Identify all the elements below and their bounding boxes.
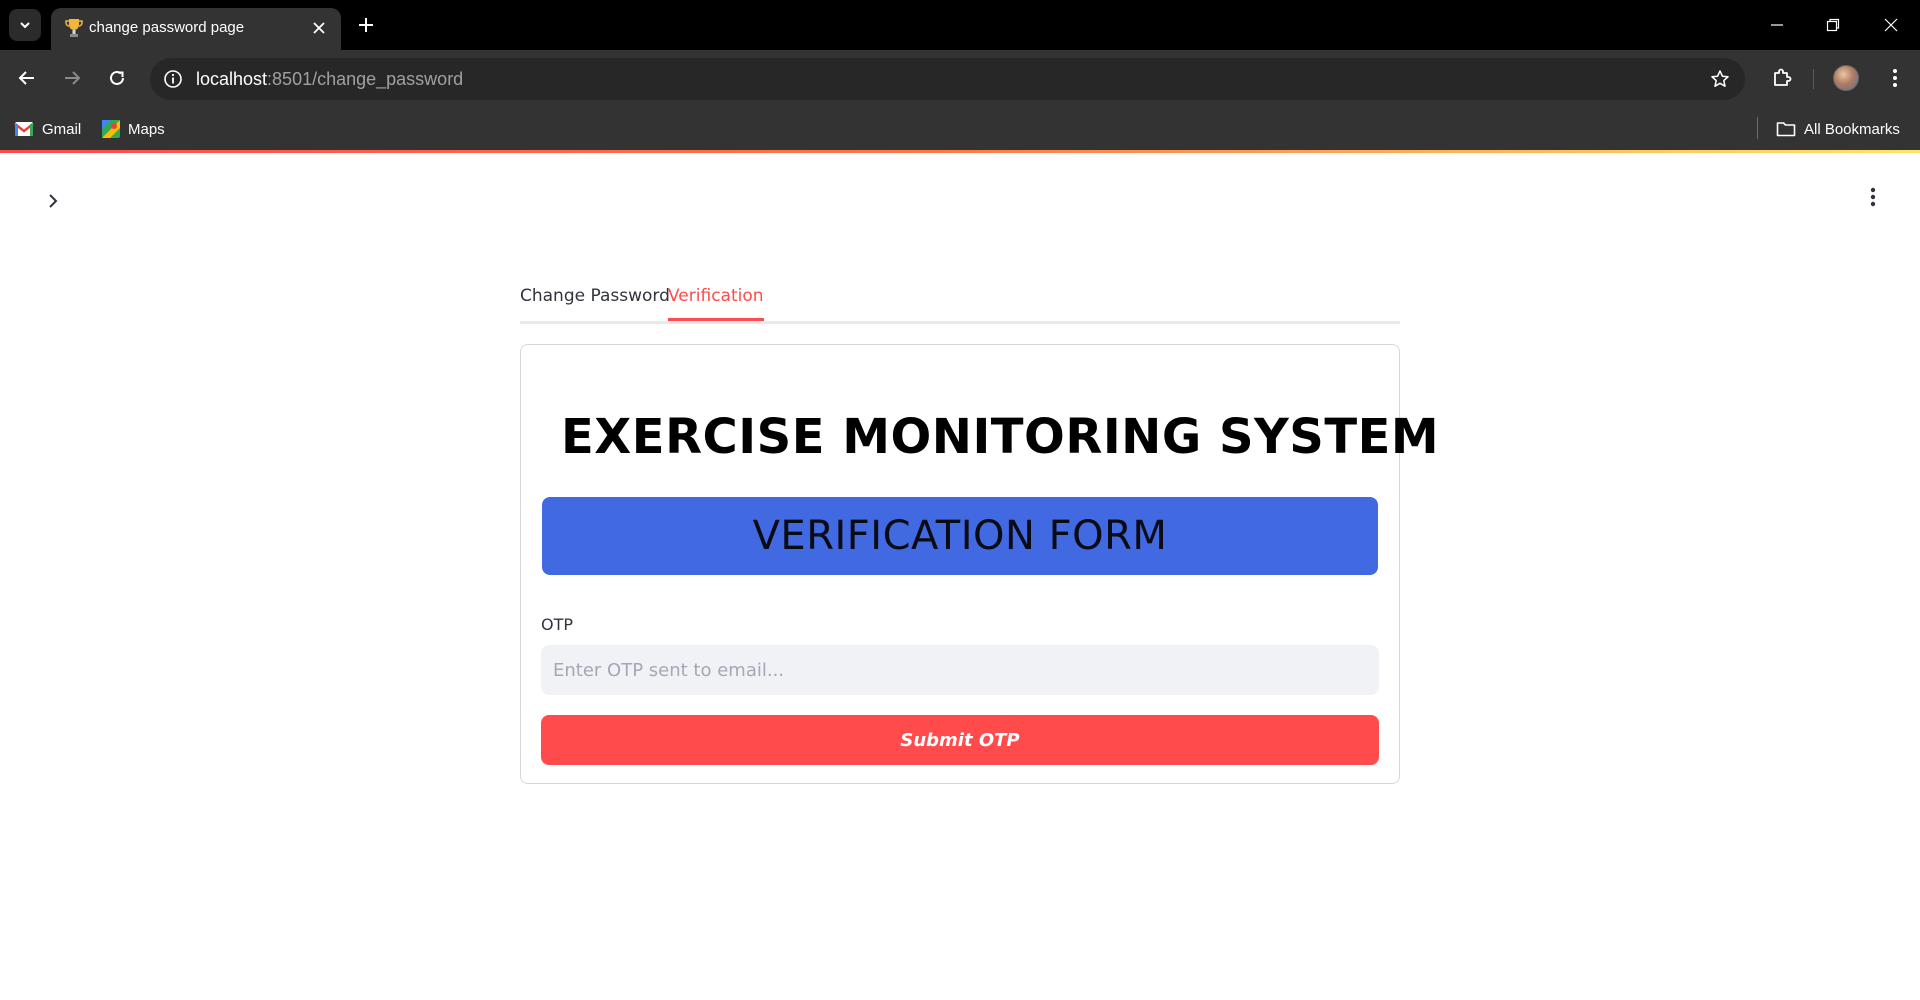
extensions-button[interactable] — [1767, 63, 1797, 93]
new-tab-button[interactable] — [354, 13, 378, 37]
app-main-menu-button[interactable] — [1858, 182, 1888, 212]
restore-icon — [1826, 18, 1840, 32]
reload-button[interactable] — [102, 63, 132, 93]
close-window-button[interactable] — [1876, 10, 1906, 40]
bookmark-gmail[interactable]: Gmail — [14, 117, 81, 141]
minimize-icon — [1771, 24, 1783, 26]
otp-input[interactable] — [541, 645, 1379, 695]
gmail-icon — [14, 122, 34, 136]
plus-icon — [359, 18, 373, 32]
arrow-left-icon — [18, 71, 34, 85]
trophy-icon — [65, 19, 83, 37]
bookmark-maps-label: Maps — [128, 120, 165, 138]
restore-button[interactable] — [1818, 10, 1848, 40]
kebab-menu-icon — [1893, 69, 1897, 87]
bookmarks-bar: Gmail Maps All Bookmarks — [0, 108, 1920, 150]
minimize-button[interactable] — [1762, 10, 1792, 40]
browser-menu-button[interactable] — [1880, 63, 1910, 93]
chevron-right-icon — [49, 194, 58, 208]
reload-icon — [110, 70, 124, 85]
form-title-banner: VERIFICATION FORM — [542, 497, 1378, 575]
kebab-menu-icon — [1870, 187, 1876, 207]
star-icon — [1711, 70, 1729, 87]
info-icon — [164, 70, 182, 88]
all-bookmarks-label: All Bookmarks — [1804, 120, 1900, 138]
arrow-right-icon — [65, 71, 81, 85]
browser-tab[interactable]: change password page — [51, 8, 341, 50]
site-info-button[interactable] — [162, 68, 184, 90]
browser-title-bar: change password page — [0, 0, 1920, 50]
address-bar[interactable]: localhost:8501/change_password — [150, 58, 1745, 100]
submit-otp-button[interactable]: Submit OTP — [541, 715, 1379, 765]
tab-change-password[interactable]: Change Password — [520, 286, 670, 318]
folder-icon — [1776, 122, 1796, 137]
tab-search-button[interactable] — [9, 9, 41, 41]
browser-toolbar: localhost:8501/change_password — [0, 50, 1920, 108]
bookmark-star-button[interactable] — [1709, 68, 1731, 90]
puzzle-icon — [1774, 68, 1792, 86]
bookmark-gmail-label: Gmail — [42, 120, 82, 138]
sidebar-expand-button[interactable] — [40, 188, 66, 214]
url-path: :8501/change_password — [267, 69, 464, 89]
tab-close-button[interactable] — [309, 18, 329, 38]
bookmark-maps[interactable]: Maps — [102, 117, 165, 141]
toolbar-divider — [1813, 69, 1814, 89]
app-heading: EXERCISE MONITORING SYSTEM — [561, 409, 1440, 465]
tab-title: change password page — [89, 19, 245, 36]
chevron-down-icon — [20, 22, 30, 29]
maps-icon — [102, 120, 120, 138]
tab-verification[interactable]: Verification — [668, 286, 764, 321]
url-host: localhost — [196, 69, 268, 89]
app-tabs: Change Password Verification — [520, 280, 1400, 324]
forward-button[interactable] — [57, 63, 87, 93]
back-button[interactable] — [12, 63, 42, 93]
close-icon — [1884, 18, 1898, 32]
close-icon — [313, 22, 325, 34]
app-decoration-bar — [0, 150, 1920, 153]
bookmarks-divider — [1757, 117, 1758, 139]
form-title: VERIFICATION FORM — [752, 513, 1168, 559]
url-text[interactable]: localhost:8501/change_password — [196, 69, 463, 90]
verification-form: EXERCISE MONITORING SYSTEM VERIFICATION … — [520, 344, 1439, 784]
profile-avatar[interactable] — [1833, 65, 1859, 91]
all-bookmarks-button[interactable]: All Bookmarks — [1776, 117, 1900, 141]
otp-label: OTP — [541, 615, 574, 634]
